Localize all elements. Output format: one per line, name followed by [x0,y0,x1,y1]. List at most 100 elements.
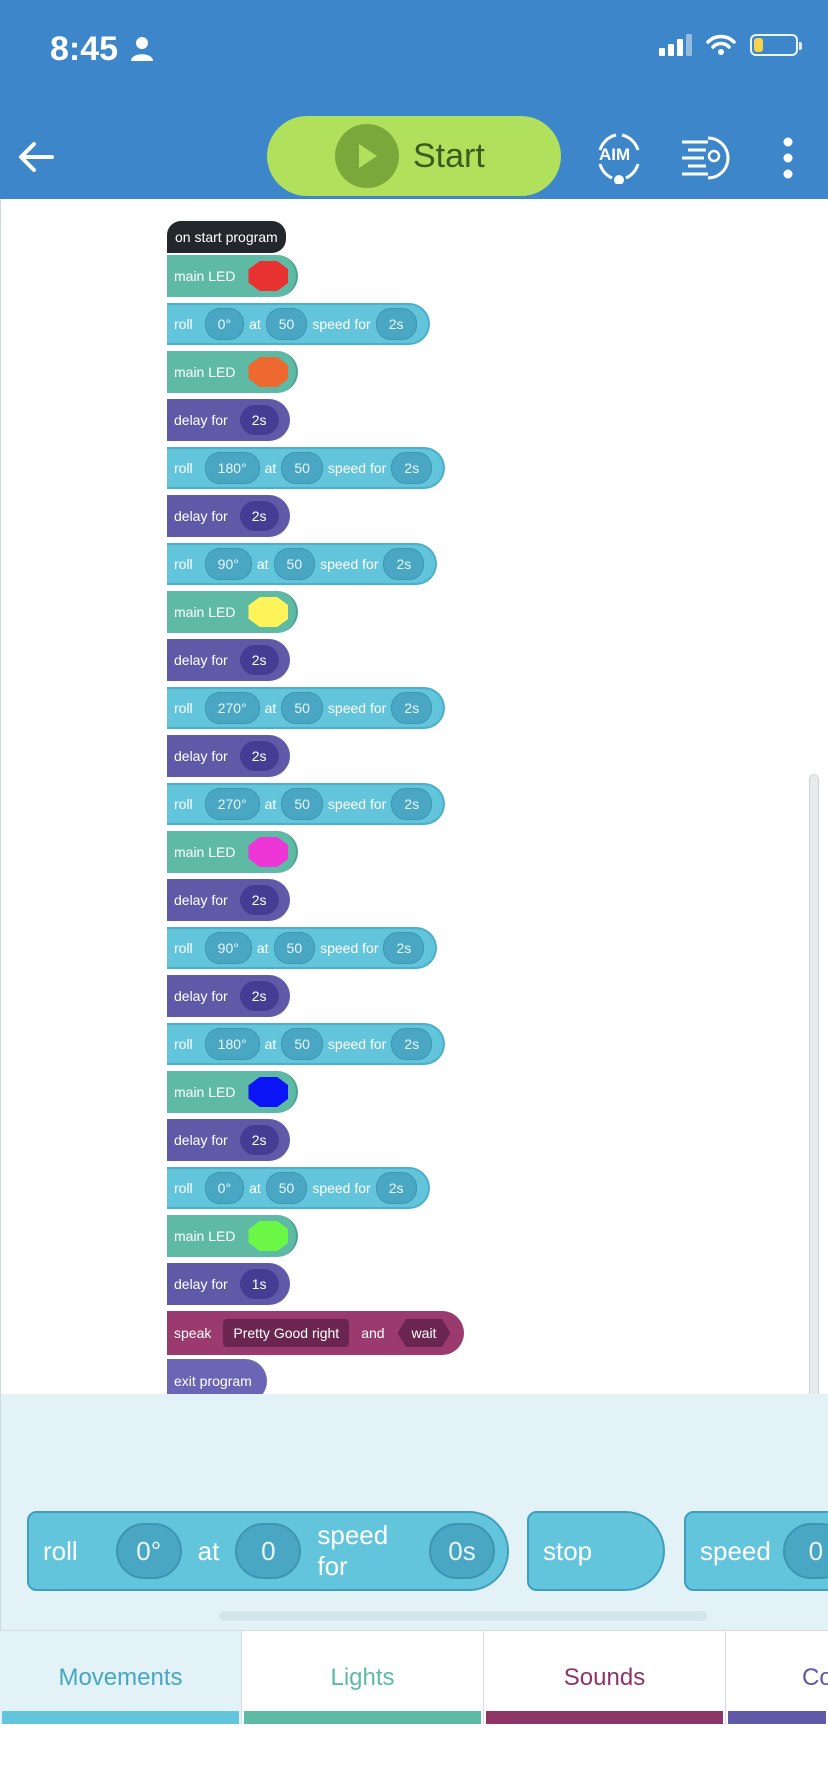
palette-speed-value-input[interactable]: 0 [782,1523,828,1579]
roll-block[interactable]: roll 270° at 50 speed for 2s [167,687,446,729]
main-led-label: main LED [174,1084,236,1100]
delay-block[interactable]: delay for 2s [167,975,290,1017]
block-palette[interactable]: roll 0° at 0 speed for 0s stop speed 0 [0,1394,828,1630]
duration-input[interactable]: 2s [391,692,433,724]
palette-stop-block[interactable]: stop [527,1511,665,1591]
roll-label: roll [174,940,193,956]
heading-input[interactable]: 0° [204,308,245,340]
roll-block[interactable]: roll 0° at 50 speed for 2s [167,303,430,345]
duration-input[interactable]: 2s [391,788,433,820]
led-color-swatch[interactable] [248,837,289,867]
main-led-block[interactable]: main LED [167,1215,299,1257]
delay-label: delay for [174,988,228,1004]
program-canvas[interactable]: on start program main LED roll 0° at 50 speed … [0,199,828,1544]
delay-duration-input[interactable]: 2s [239,981,279,1011]
roll-block[interactable]: roll 270° at 50 speed for 2s [167,783,446,825]
robot-tools-icon[interactable] [678,130,732,184]
roll-block[interactable]: roll 180° at 50 speed for 2s [167,447,446,489]
person-icon [131,37,153,61]
speed-for-label: speed for [327,796,387,812]
speak-text-input[interactable]: Pretty Good right [223,1319,350,1347]
delay-block[interactable]: delay for 1s [167,1263,290,1305]
duration-input[interactable]: 2s [383,932,425,964]
main-led-block[interactable]: main LED [167,1071,299,1113]
delay-duration-input[interactable]: 1s [239,1269,279,1299]
main-led-block[interactable]: main LED [167,255,299,297]
speed-input[interactable]: 50 [273,932,316,964]
palette-speed-block[interactable]: speed 0 [684,1511,828,1591]
delay-label: delay for [174,1276,228,1292]
heading-input[interactable]: 180° [204,452,260,484]
more-options-icon[interactable] [770,134,806,182]
speed-for-label: speed for [312,316,371,332]
led-color-swatch[interactable] [248,357,289,387]
heading-input[interactable]: 90° [204,548,252,580]
delay-duration-input[interactable]: 2s [239,741,279,771]
heading-input[interactable]: 90° [204,932,252,964]
delay-duration-input[interactable]: 2s [239,501,279,531]
duration-input[interactable]: 2s [375,1172,417,1204]
delay-label: delay for [174,508,228,524]
led-color-swatch[interactable] [248,1077,289,1107]
tab-sounds[interactable]: Sounds [484,1631,726,1725]
speed-input[interactable]: 50 [281,788,323,820]
speed-input[interactable]: 50 [281,692,323,724]
wait-option[interactable]: wait [397,1319,451,1347]
roll-label: roll [174,460,193,476]
speed-for-label: speed for [327,460,387,476]
palette-heading-input[interactable]: 0° [115,1523,182,1579]
delay-block[interactable]: delay for 2s [167,399,290,441]
speed-input[interactable]: 50 [265,1172,308,1204]
roll-block[interactable]: roll 0° at 50 speed for 2s [167,1167,430,1209]
palette-scrollbar[interactable] [219,1611,707,1621]
speak-block[interactable]: speak Pretty Good right and wait [167,1311,465,1355]
delay-duration-input[interactable]: 2s [239,1125,279,1155]
main-led-label: main LED [174,844,236,860]
speed-input[interactable]: 50 [265,308,308,340]
heading-input[interactable]: 270° [204,788,260,820]
main-led-block[interactable]: main LED [167,591,299,633]
roll-block[interactable]: roll 180° at 50 speed for 2s [167,1023,446,1065]
delay-block[interactable]: delay for 2s [167,495,290,537]
heading-input[interactable]: 270° [204,692,260,724]
tab-controls[interactable]: Co [726,1631,828,1725]
battery-icon [750,34,802,56]
palette-roll-block[interactable]: roll 0° at 0 speed for 0s [27,1511,509,1591]
tab-lights[interactable]: Lights [242,1631,484,1725]
aim-button[interactable]: AIM [592,130,646,185]
led-color-swatch[interactable] [248,1221,289,1251]
start-button[interactable]: Start [267,116,561,196]
led-color-swatch[interactable] [248,261,289,291]
main-led-label: main LED [174,364,236,380]
back-arrow-icon[interactable] [14,135,58,179]
home-indicator-area [0,1724,828,1792]
main-led-block[interactable]: main LED [167,351,299,393]
speed-input[interactable]: 50 [273,548,316,580]
main-led-block[interactable]: main LED [167,831,299,873]
duration-input[interactable]: 2s [375,308,417,340]
duration-input[interactable]: 2s [391,1028,433,1060]
palette-duration-input[interactable]: 0s [429,1523,495,1579]
delay-block[interactable]: delay for 2s [167,1119,290,1161]
heading-input[interactable]: 180° [204,1028,260,1060]
palette-speed-input[interactable]: 0 [235,1523,302,1579]
heading-input[interactable]: 0° [204,1172,245,1204]
duration-input[interactable]: 2s [391,452,433,484]
on-start-block[interactable]: on start program [167,221,286,253]
roll-block[interactable]: roll 90° at 50 speed for 2s [167,927,438,969]
roll-block[interactable]: roll 90° at 50 speed for 2s [167,543,438,585]
speed-input[interactable]: 50 [281,1028,323,1060]
category-tabs: Movements Lights Sounds Co [0,1630,828,1725]
delay-duration-input[interactable]: 2s [239,885,279,915]
at-label: at [264,700,277,716]
delay-duration-input[interactable]: 2s [239,405,279,435]
duration-input[interactable]: 2s [383,548,425,580]
led-color-swatch[interactable] [248,597,289,627]
delay-block[interactable]: delay for 2s [167,639,290,681]
delay-duration-input[interactable]: 2s [239,645,279,675]
speed-input[interactable]: 50 [281,452,323,484]
tab-movements[interactable]: Movements [0,1631,242,1725]
delay-block[interactable]: delay for 2s [167,735,290,777]
speak-label: speak [174,1325,212,1341]
delay-block[interactable]: delay for 2s [167,879,290,921]
